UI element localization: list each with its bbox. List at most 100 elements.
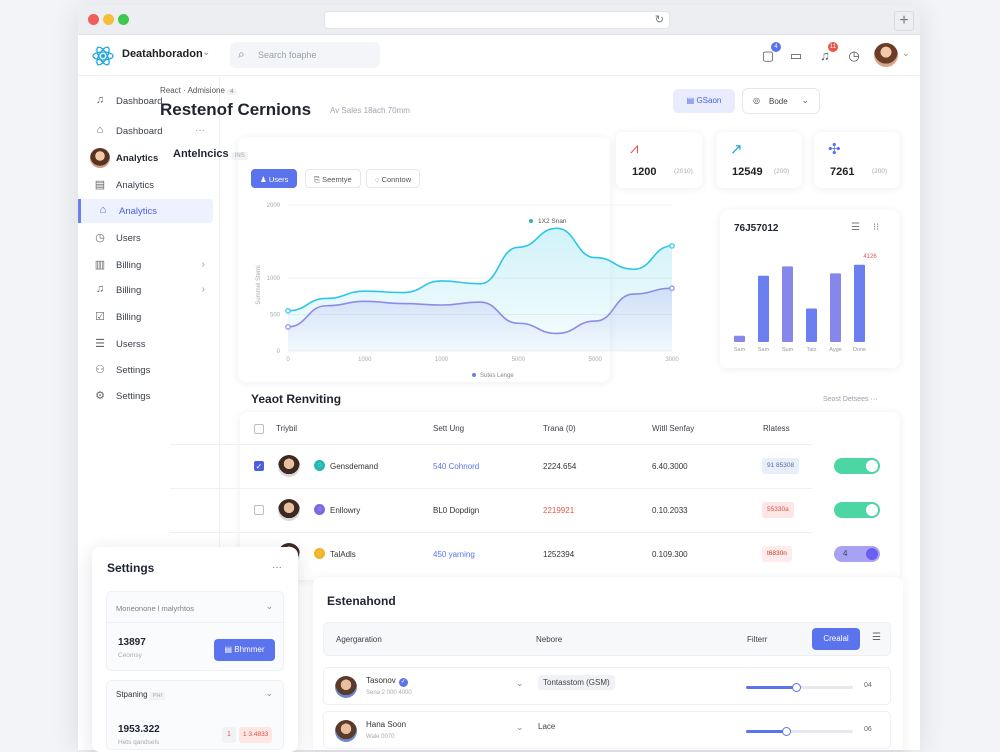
column-header[interactable]: Triybil: [276, 424, 297, 433]
stat-card[interactable]: ↗ 12549 (200): [716, 132, 802, 188]
data-point[interactable]: [285, 308, 291, 314]
sidebar-item-settings[interactable]: ⚙ Settings: [78, 384, 213, 408]
data-point[interactable]: [669, 285, 675, 292]
column-header[interactable]: Trana (0): [543, 424, 576, 433]
settings-group2-mini[interactable]: 1: [222, 727, 236, 743]
column-header[interactable]: Sett Ung: [433, 424, 464, 433]
sidebar-item-analytics[interactable]: ⌂ Analytics: [78, 199, 213, 223]
row-checkbox[interactable]: ✓: [254, 461, 264, 471]
sidebar-item-billing[interactable]: ☑ Billing: [78, 305, 213, 329]
sidebar-item-label: Dashboard: [116, 126, 163, 137]
status-badge: 91 85308: [762, 458, 800, 474]
filter-chip[interactable]: ◌ Conntow: [366, 169, 421, 188]
row-slider[interactable]: [746, 683, 853, 692]
x-tick-label: 5000: [512, 357, 526, 363]
chevron-right-icon[interactable]: ···: [195, 125, 205, 136]
sidebar-item-dashboard[interactable]: ⌂ Dashboard ···: [78, 119, 213, 143]
settings-group2-tag[interactable]: 1 3.4833: [239, 727, 273, 743]
col-header[interactable]: Nebore: [536, 635, 562, 644]
row-name: Tasonov ✓: [366, 676, 408, 687]
bell-icon[interactable]: ♫ 11: [815, 42, 838, 66]
chevron-down-icon[interactable]: ⌄: [902, 48, 910, 59]
bar[interactable]: [830, 273, 841, 342]
column-header[interactable]: Rlatess: [763, 424, 790, 433]
filter-chip[interactable]: ⎘ Seemtye: [305, 169, 361, 188]
chevron-right-icon[interactable]: ›: [202, 284, 205, 295]
more-icon[interactable]: ···: [870, 396, 877, 403]
bar[interactable]: [854, 264, 865, 342]
sidebar-item-billing[interactable]: ♫ Billing ›: [78, 278, 213, 302]
chevron-right-icon[interactable]: ›: [202, 259, 205, 270]
sidebar-item-analytics[interactable]: ▤ Analytics: [78, 173, 213, 197]
bar-chart-card: 76J57012 ☰ ⁝⁝ 4126 Sam Sam Sum Tats Ayge Done: [720, 210, 900, 368]
row-witll: 0.109.300: [652, 550, 688, 559]
slider-thumb[interactable]: [781, 727, 791, 736]
reload-icon[interactable]: ↻: [655, 13, 664, 26]
brand-name[interactable]: Deatahboradon: [122, 48, 203, 60]
settings-group1-sub: Ceomsy: [118, 652, 142, 659]
col-header[interactable]: Filterr: [747, 635, 767, 644]
user-avatar[interactable]: [874, 43, 898, 67]
chevron-down-icon[interactable]: ⌄: [265, 688, 273, 699]
establishment-row[interactable]: Hana Soon Wale 0070 ⌄ Lace 06: [323, 711, 891, 749]
row-toggle[interactable]: [834, 502, 880, 518]
legend-dot: [472, 373, 476, 377]
chevron-down-icon[interactable]: ⌄: [516, 678, 524, 689]
bar[interactable]: [782, 266, 793, 342]
settings-group1-value: 13897: [118, 637, 146, 648]
primary-action-button[interactable]: ▤ GSaon: [673, 89, 735, 113]
page-subtitle: Av Sales 18ach 70mm: [330, 106, 410, 115]
sidebar-item-userss[interactable]: ☰ Userss: [78, 332, 213, 356]
settings-more-icon[interactable]: ···: [272, 562, 282, 573]
mode-select[interactable]: ◎ Bode ⌄: [742, 88, 820, 114]
create-button[interactable]: Crealal: [812, 628, 860, 650]
filter-icon[interactable]: ☰: [872, 632, 881, 643]
status-badge: t6830n: [762, 546, 792, 562]
clock-icon[interactable]: ◷: [844, 46, 864, 66]
bar[interactable]: [758, 275, 769, 342]
table-header-right[interactable]: Seost Detsees ···: [823, 396, 877, 403]
slider-thumb[interactable]: [792, 683, 802, 692]
settings-action-button[interactable]: ▤ Bhmmer: [214, 639, 275, 661]
maximize-window-button[interactable]: [118, 14, 129, 25]
chevron-down-icon[interactable]: ⌄: [265, 601, 273, 612]
row-name: Gensdemand: [330, 462, 379, 471]
select-all-checkbox[interactable]: [254, 424, 264, 434]
establishment-row[interactable]: Tasonov ✓ Sena 2 000 4000 ⌄ Tontasstom (GSM)…: [323, 667, 891, 705]
data-point[interactable]: [285, 324, 291, 330]
chevron-down-icon[interactable]: ⌄: [516, 722, 524, 733]
bar-peak-label: 4126: [863, 254, 877, 260]
tasks-icon[interactable]: ▢ 4: [758, 42, 781, 66]
establishment-card: Estenahond Agergaration Nebore Filterr C…: [313, 577, 903, 750]
column-header[interactable]: Witll Senfay: [652, 424, 694, 433]
row-sett: 450 yarning: [433, 550, 475, 559]
data-point[interactable]: [669, 243, 675, 249]
filter-chip[interactable]: ♟ Users: [251, 169, 298, 188]
address-bar[interactable]: ↻: [324, 11, 670, 29]
stat-card[interactable]: ✣ 7261 (200): [814, 132, 900, 188]
sidebar-item-settings[interactable]: ⚇ Settings: [78, 358, 213, 382]
bar-chart: 4126 Sam Sam Sum Tats Ayge Done: [734, 254, 877, 353]
row-slider[interactable]: [746, 727, 853, 736]
sidebar-item-label: Analytics: [116, 180, 155, 191]
search-input[interactable]: ⌕ Search foaphe: [230, 42, 380, 68]
chip-label: Conntow: [381, 175, 412, 184]
close-window-button[interactable]: [88, 14, 99, 25]
row-checkbox[interactable]: [254, 505, 264, 515]
bar[interactable]: [734, 335, 745, 342]
page-title: Restenof Cernions: [160, 100, 312, 119]
row-toggle[interactable]: 4: [834, 546, 880, 562]
row-toggle[interactable]: [834, 458, 880, 474]
bar[interactable]: [806, 308, 817, 342]
row-tag-icon: ◌: [314, 504, 325, 515]
sidebar-item-billing[interactable]: ▥ Billing ›: [78, 253, 213, 277]
chat-icon[interactable]: ▭: [786, 46, 806, 66]
chevron-down-icon[interactable]: ⌄: [202, 47, 210, 58]
col-header[interactable]: Agergaration: [336, 635, 382, 644]
sidebar-item-users[interactable]: ◷ Users: [78, 226, 213, 250]
stat-card[interactable]: ⩘ 1200 (2010): [616, 132, 702, 188]
minimize-window-button[interactable]: [103, 14, 114, 25]
row-name: TalAdls: [330, 550, 356, 559]
react-logo-icon[interactable]: [92, 45, 114, 67]
new-tab-button[interactable]: +: [894, 11, 914, 31]
